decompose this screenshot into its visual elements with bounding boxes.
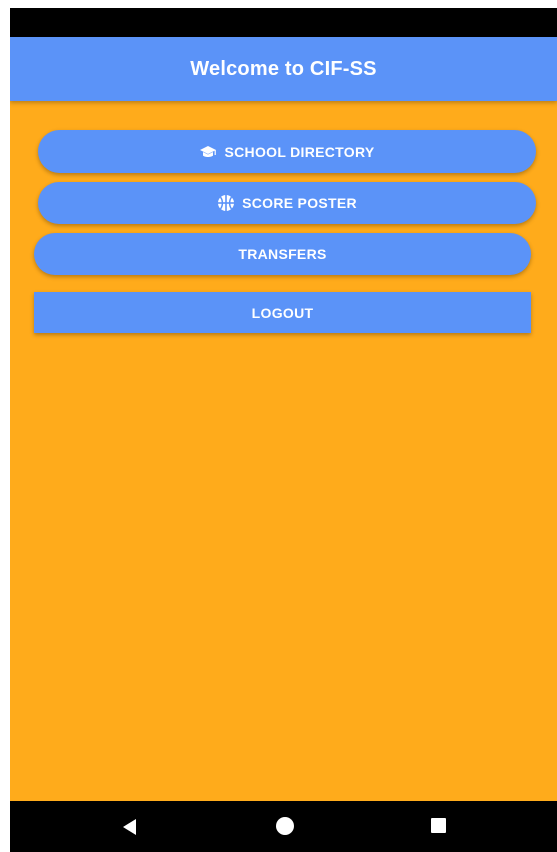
page-title: Welcome to CIF-SS	[190, 57, 377, 80]
basketball-icon	[217, 194, 235, 212]
home-circle-icon[interactable]	[276, 817, 294, 835]
transfers-button[interactable]: TRANSFERS	[34, 233, 531, 275]
app-bar: Welcome to CIF-SS	[10, 37, 557, 101]
logout-button[interactable]: LOGOUT	[34, 292, 531, 333]
recents-square-icon[interactable]	[431, 818, 446, 833]
school-directory-label: SCHOOL DIRECTORY	[224, 143, 375, 160]
score-poster-button[interactable]: SCORE POSTER	[38, 182, 536, 224]
status-bar	[10, 8, 557, 37]
score-poster-label: SCORE POSTER	[242, 195, 357, 211]
graduation-cap-icon	[199, 143, 217, 161]
transfers-label: TRANSFERS	[238, 246, 327, 262]
logout-label: LOGOUT	[251, 304, 314, 321]
school-directory-button[interactable]: SCHOOL DIRECTORY	[38, 130, 536, 173]
system-nav-bar	[10, 801, 557, 852]
back-triangle-icon[interactable]	[123, 819, 136, 835]
app-screen: Welcome to CIF-SS SCHOOL DIRECTORY SCORE…	[10, 8, 557, 852]
